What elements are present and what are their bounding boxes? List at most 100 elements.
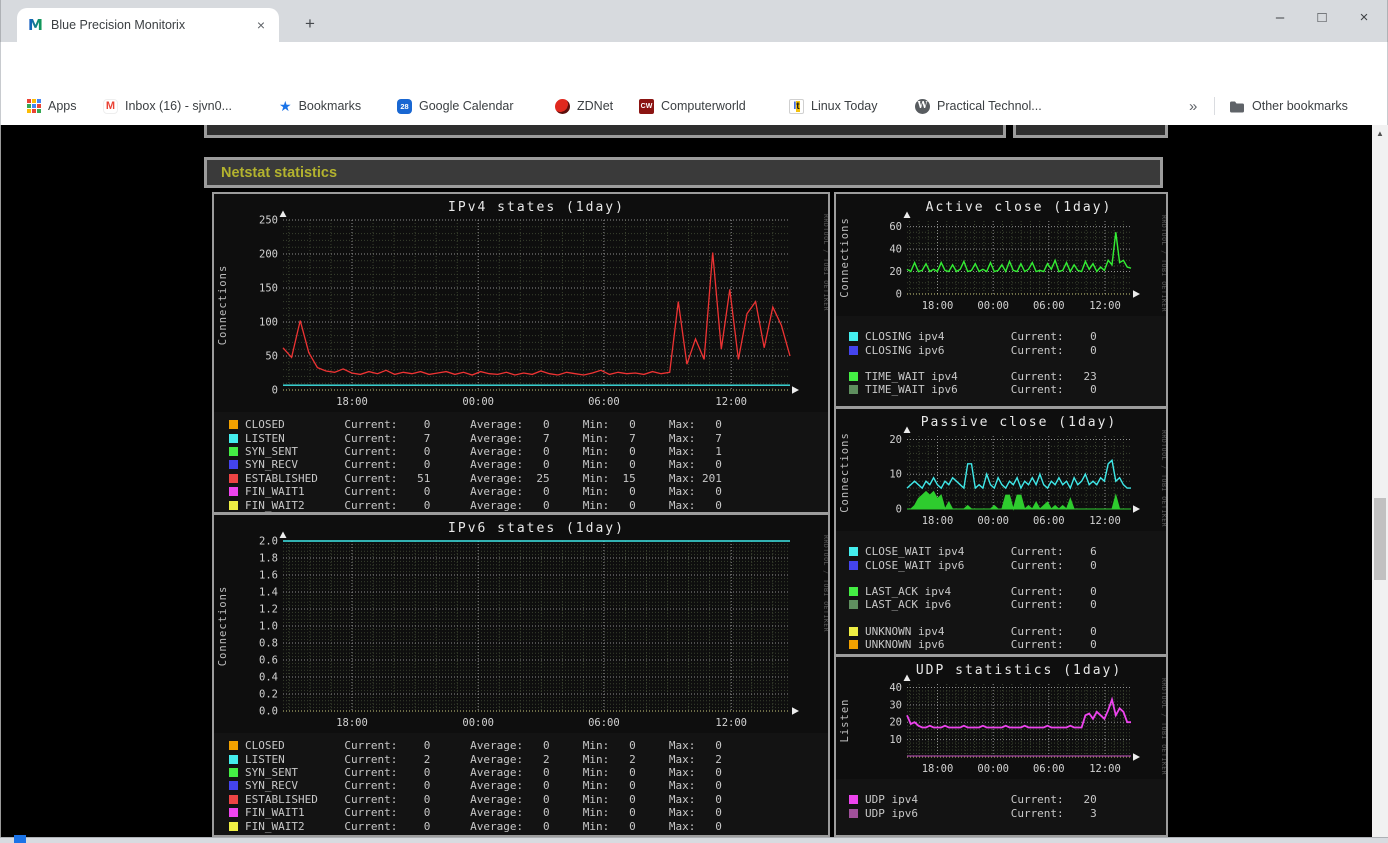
scrollbar-up-arrow[interactable]: ▲ (1374, 128, 1386, 140)
svg-text:1.6: 1.6 (259, 570, 278, 582)
svg-text:12:00: 12:00 (715, 717, 747, 729)
svg-text:00:00: 00:00 (977, 763, 1009, 775)
legend-row: TIME_WAIT ipv4 Current: 23 (849, 370, 1166, 383)
svg-text:200: 200 (259, 249, 278, 261)
legend-row: SYN_RECV Current: 0 Average: 0 Min: 0 Ma… (229, 458, 828, 471)
legend-row: LISTEN Current: 2 Average: 2 Min: 2 Max:… (229, 752, 828, 766)
legend-swatch (849, 371, 858, 381)
maximize-button[interactable]: □ (1309, 6, 1335, 32)
legend-row: UDP ipv6 Current: 3 (849, 806, 1166, 820)
close-button[interactable]: × (1351, 6, 1377, 32)
legend-swatch (229, 460, 238, 470)
wordpress-icon: W (915, 98, 930, 114)
svg-text:06:00: 06:00 (1033, 515, 1065, 527)
browser-toolbar: ← → ⟳ ⌂ ⓘ localhost:8080/monitorix-cgi/m… (0, 42, 1388, 125)
legend-swatch (229, 420, 238, 430)
svg-text:Active close (1day): Active close (1day) (926, 200, 1113, 215)
svg-text:IPv6 states (1day): IPv6 states (1day) (448, 521, 625, 536)
legend-swatch (849, 640, 858, 650)
previous-section-edge (204, 125, 1006, 138)
legend-swatch (849, 586, 858, 596)
svg-text:30: 30 (889, 699, 902, 711)
browser-window: M Blue Precision Monitorix × + – □ × ← →… (0, 0, 1388, 843)
ipv4-states-panel: 18:00 00:00 06:00 12:00 0 50 100 150 200 250 IPv4 … (214, 194, 828, 512)
svg-text:Connections: Connections (217, 586, 229, 667)
legend-row: CLOSE_WAIT ipv6 Current: 0 (849, 558, 1166, 572)
legend-row: UNKNOWN ipv4 Current: 0 (849, 625, 1166, 638)
linux-today-icon: lt (789, 98, 804, 114)
bookmark-bookmarks[interactable]: ★ Bookmarks (279, 94, 361, 118)
star-icon: ★ (279, 97, 292, 114)
svg-text:20: 20 (889, 266, 902, 278)
bookmark-zdnet[interactable]: ZDNet (555, 94, 613, 118)
bookmark-inbox[interactable]: M Inbox (16) - sjvn0... (103, 94, 232, 118)
svg-text:250: 250 (259, 215, 278, 227)
svg-text:RRDTOOL / TOBI OETIKER: RRDTOOL / TOBI OETIKER (822, 214, 828, 311)
svg-text:12:00: 12:00 (1089, 300, 1121, 312)
svg-text:100: 100 (259, 317, 278, 329)
legend-row: SYN_RECV Current: 0 Average: 0 Min: 0 Ma… (229, 779, 828, 792)
svg-text:Connections: Connections (217, 265, 229, 346)
legend-row: LISTEN Current: 7 Average: 7 Min: 7 Max:… (229, 431, 828, 445)
legend-swatch (229, 741, 238, 751)
svg-text:10: 10 (889, 734, 902, 746)
new-tab-button[interactable]: + (297, 12, 323, 38)
svg-text:18:00: 18:00 (336, 396, 368, 408)
svg-text:1.4: 1.4 (259, 587, 278, 599)
bookmark-linux-today[interactable]: lt Linux Today (789, 94, 878, 118)
legend-swatch (229, 767, 238, 777)
gmail-icon: M (103, 98, 118, 114)
svg-text:12:00: 12:00 (1089, 763, 1121, 775)
active-close-panel: 18:00 00:00 06:00 12:00 0 20 40 60 Active close … (836, 194, 1166, 406)
svg-text:18:00: 18:00 (336, 717, 368, 729)
tab-close-icon[interactable]: × (253, 17, 269, 33)
netstat-left-column: 18:00 00:00 06:00 12:00 0 50 100 150 200 250 IPv4 … (212, 192, 830, 837)
svg-text:0.6: 0.6 (259, 655, 278, 667)
minimize-button[interactable]: – (1267, 6, 1293, 32)
bookmark-practical-tech[interactable]: W Practical Technol... (915, 94, 1042, 118)
svg-text:18:00: 18:00 (922, 300, 954, 312)
legend-swatch (229, 754, 238, 764)
svg-text:RRDTOOL / TOBI OETIKER: RRDTOOL / TOBI OETIKER (1160, 215, 1166, 312)
legend-row: FIN_WAIT1 Current: 0 Average: 0 Min: 0 M… (229, 806, 828, 819)
legend-group: CLOSING ipv4 Current: 0 CLOSING ipv6 Curr… (849, 330, 1166, 357)
svg-text:12:00: 12:00 (1089, 515, 1121, 527)
svg-text:50: 50 (265, 351, 278, 363)
tab-title: Blue Precision Monitorix (51, 18, 186, 32)
browser-tab[interactable]: M Blue Precision Monitorix × (17, 8, 279, 42)
legend-swatch (849, 560, 858, 570)
svg-text:0.0: 0.0 (259, 706, 278, 718)
page-scrollbar[interactable]: ▲ (1372, 125, 1388, 837)
bookmark-computerworld[interactable]: CW Computerworld (639, 94, 746, 118)
apps-shortcut[interactable]: Apps (27, 94, 77, 118)
legend-row: LAST_ACK ipv6 Current: 0 (849, 598, 1166, 611)
svg-text:M: M (28, 17, 43, 33)
bookmarks-overflow-chevron[interactable]: » (1189, 94, 1197, 118)
svg-text:20: 20 (889, 717, 902, 729)
legend-swatch (849, 600, 858, 610)
legend-swatch (849, 808, 858, 818)
svg-text:06:00: 06:00 (1033, 300, 1065, 312)
legend-row: LAST_ACK ipv4 Current: 0 (849, 585, 1166, 598)
svg-text:RRDTOOL / TOBI OETIKER: RRDTOOL / TOBI OETIKER (1160, 430, 1166, 527)
legend-group: UNKNOWN ipv4 Current: 0 UNKNOWN ipv6 Curr… (849, 625, 1166, 652)
svg-text:00:00: 00:00 (977, 515, 1009, 527)
legend-swatch (849, 626, 858, 636)
legend-swatch (849, 345, 858, 355)
legend-swatch (229, 794, 238, 804)
svg-text:06:00: 06:00 (588, 396, 620, 408)
legend-row: TIME_WAIT ipv6 Current: 0 (849, 383, 1166, 396)
other-bookmarks-folder[interactable]: Other bookmarks (1229, 94, 1348, 118)
ipv6-states-graph: 18:00 00:00 06:00 12:00 0.0 0.2 0.4 0.6 0.8 1.0 1.… (214, 515, 828, 733)
svg-text:0.4: 0.4 (259, 672, 278, 684)
bookmark-google-calendar[interactable]: 28 Google Calendar (397, 94, 514, 118)
svg-text:0: 0 (896, 289, 902, 301)
scrollbar-thumb[interactable] (1374, 498, 1386, 580)
folder-icon (1230, 101, 1244, 112)
page-content: Netstat statistics 18:00 00:00 06:00 12:00 0… (0, 125, 1388, 837)
legend-group: LAST_ACK ipv4 Current: 0 LAST_ACK ipv6 Cu… (849, 585, 1166, 612)
svg-text:Listen: Listen (839, 699, 851, 743)
section-header: Netstat statistics (204, 157, 1163, 188)
svg-text:40: 40 (889, 682, 902, 694)
legend-group: CLOSE_WAIT ipv4 Current: 6 CLOSE_WAIT ipv… (849, 545, 1166, 572)
